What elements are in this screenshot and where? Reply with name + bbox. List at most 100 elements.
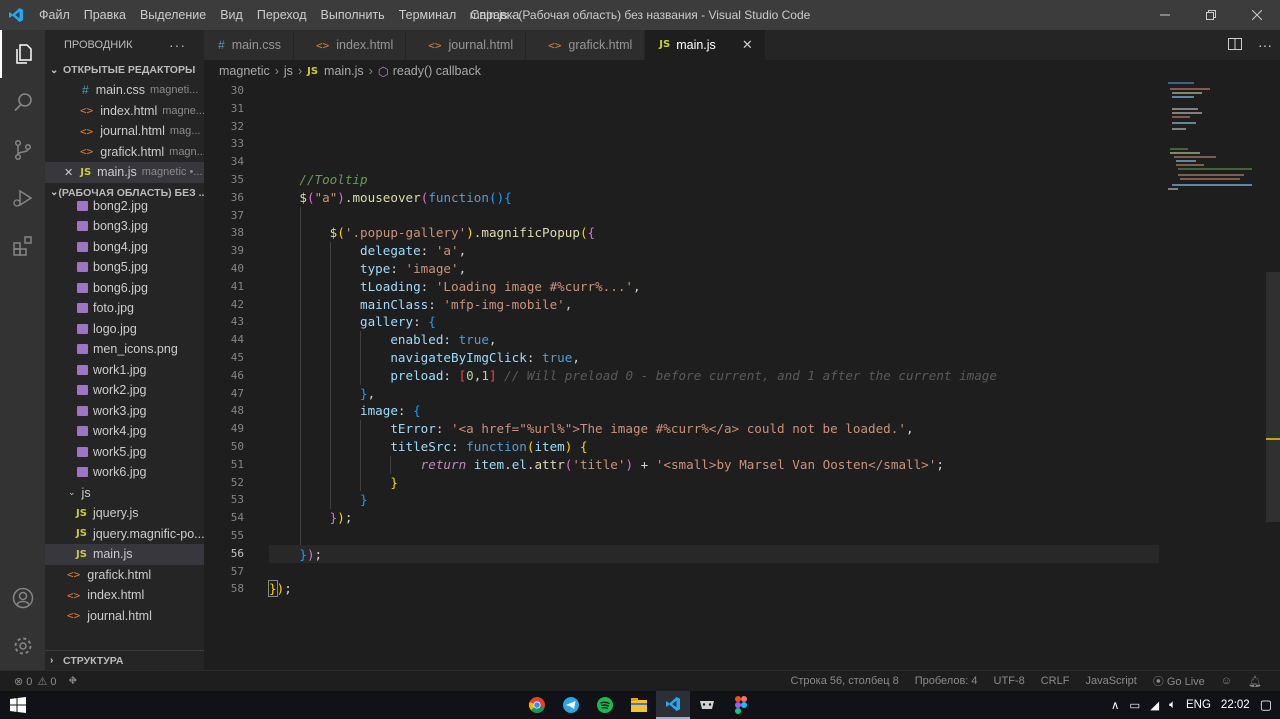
open-editor-item[interactable]: <> journal.html mag...	[45, 121, 204, 142]
clock[interactable]: 22:02	[1221, 699, 1250, 711]
problems-indicator[interactable]: ⊗ 0 ⚠ 0	[14, 675, 57, 688]
cursor-position[interactable]: Строка 56, столбец 8	[790, 675, 898, 687]
close-window-button[interactable]	[1234, 0, 1280, 30]
figma-icon[interactable]	[724, 691, 758, 719]
wifi-icon[interactable]: ◢	[1150, 698, 1159, 712]
js-file-icon: JS	[76, 507, 87, 519]
notifications-bell-icon[interactable]: 🔔︎	[1248, 675, 1262, 688]
file-item-active[interactable]: JS main.js	[45, 544, 204, 565]
line-number: 34	[230, 155, 244, 169]
open-editor-item[interactable]: <> grafick.html magn...	[45, 142, 204, 163]
go-live-button[interactable]: ⦿ Go Live	[1153, 673, 1205, 689]
menu-terminal[interactable]: Терминал	[392, 0, 464, 30]
more-actions-icon[interactable]: ···	[1250, 37, 1280, 53]
file-item[interactable]: work6.jpg	[45, 462, 204, 483]
breadcrumb-folder[interactable]: js	[284, 64, 293, 78]
source-control-icon[interactable]	[0, 126, 45, 174]
file-item[interactable]: work2.jpg	[45, 380, 204, 401]
settings-gear-icon[interactable]	[0, 622, 45, 670]
telegram-icon[interactable]	[554, 691, 588, 719]
indentation[interactable]: Пробелов: 4	[915, 675, 978, 687]
breadcrumb-folder[interactable]: magnetic	[219, 64, 270, 78]
outline-header[interactable]: › СТРУКТУРА	[45, 650, 204, 670]
file-item[interactable]: bong4.jpg	[45, 237, 204, 258]
js-file-icon: JS	[76, 528, 87, 540]
file-item[interactable]: foto.jpg	[45, 298, 204, 319]
file-item[interactable]: logo.jpg	[45, 319, 204, 340]
battery-icon[interactable]: ▭	[1129, 698, 1140, 712]
live-share-icon[interactable]: ⛖	[69, 675, 78, 688]
close-icon[interactable]: ✕	[64, 166, 73, 179]
html-file-icon: <>	[80, 124, 94, 138]
tab-main-css[interactable]: # main.css	[204, 30, 295, 60]
minimize-button[interactable]	[1142, 0, 1188, 30]
windows-start-icon[interactable]	[0, 691, 36, 719]
file-item[interactable]: <> grafick.html	[45, 565, 204, 586]
explorer-icon[interactable]	[0, 30, 45, 78]
close-tab-icon[interactable]: ✕	[742, 37, 753, 53]
encoding[interactable]: UTF-8	[994, 675, 1025, 687]
menu-go[interactable]: Переход	[250, 0, 314, 30]
scrollbar-cursor-marker	[1266, 438, 1280, 440]
menu-file[interactable]: Файл	[32, 0, 77, 30]
file-item[interactable]: bong5.jpg	[45, 257, 204, 278]
menu-run[interactable]: Выполнить	[314, 0, 392, 30]
file-item[interactable]: bong2.jpg	[45, 196, 204, 217]
file-item[interactable]: men_icons.png	[45, 339, 204, 360]
tab-grafick-html[interactable]: <> grafick.html	[526, 30, 646, 60]
image-file-icon	[77, 323, 88, 334]
open-editor-item[interactable]: <> index.html magne...	[45, 101, 204, 122]
split-editor-icon[interactable]	[1220, 37, 1250, 54]
file-item[interactable]: <> index.html	[45, 585, 204, 606]
open-editor-item-active[interactable]: ✕ JS main.js magnetic •...	[45, 162, 204, 183]
spotify-icon[interactable]	[588, 691, 622, 719]
language-mode[interactable]: JavaScript	[1085, 675, 1136, 687]
language-indicator[interactable]: ENG	[1186, 699, 1211, 711]
minimap[interactable]	[1166, 82, 1266, 202]
file-item[interactable]: JS jquery.js	[45, 503, 204, 524]
code-editor[interactable]: 30 31 32 33 34 35 36 37 38 39 40 41 42 43 44 45 46 47 48 49…	[204, 82, 1280, 670]
file-explorer-icon[interactable]	[622, 691, 656, 719]
chrome-icon[interactable]	[520, 691, 554, 719]
breadcrumb-file[interactable]: main.js	[324, 64, 364, 78]
account-icon[interactable]	[0, 574, 45, 622]
menu-edit[interactable]: Правка	[77, 0, 133, 30]
folder-item-js[interactable]: ⌄ js	[45, 483, 204, 504]
file-item[interactable]: JS jquery.magnific-po...	[45, 524, 204, 545]
file-item[interactable]: <> journal.html	[45, 606, 204, 627]
tab-main-js[interactable]: JS main.js ✕	[645, 30, 766, 60]
gamepad-app-icon[interactable]	[690, 691, 724, 719]
line-ending[interactable]: CRLF	[1041, 675, 1070, 687]
line-number: 56	[230, 546, 244, 560]
open-editor-item[interactable]: # main.css magneti...	[45, 80, 204, 101]
feedback-icon[interactable]: ☺	[1221, 675, 1232, 687]
code-line: }	[269, 473, 1159, 492]
more-actions-icon[interactable]: ···	[169, 37, 186, 53]
file-item[interactable]: work1.jpg	[45, 360, 204, 381]
menu-view[interactable]: Вид	[213, 0, 250, 30]
extensions-icon[interactable]	[0, 222, 45, 270]
file-item[interactable]: bong6.jpg	[45, 278, 204, 299]
tray-chevron-up-icon[interactable]: ∧	[1111, 698, 1119, 712]
status-bar: ⊗ 0 ⚠ 0 ⛖ Строка 56, столбец 8 Пробелов:…	[0, 670, 1280, 691]
vscode-taskbar-icon[interactable]	[656, 691, 690, 719]
file-item[interactable]: work3.jpg	[45, 401, 204, 422]
tab-journal-html[interactable]: <> journal.html	[406, 30, 527, 60]
notification-center-icon[interactable]: ▢	[1260, 697, 1272, 713]
volume-icon[interactable]: 🔈︎	[1169, 699, 1176, 712]
file-item[interactable]: work5.jpg	[45, 442, 204, 463]
search-icon[interactable]	[0, 78, 45, 126]
run-debug-icon[interactable]	[0, 174, 45, 222]
code-content[interactable]: //Tooltip $("a").mouseover(function(){ $…	[268, 82, 1159, 598]
image-file-icon	[77, 262, 88, 273]
menu-selection[interactable]: Выделение	[133, 0, 213, 30]
breadcrumb-symbol[interactable]: ready() callback	[393, 64, 481, 78]
open-editors-header[interactable]: ⌄ ОТКРЫТЫЕ РЕДАКТОРЫ	[45, 60, 204, 80]
file-item[interactable]: work4.jpg	[45, 421, 204, 442]
tab-index-html[interactable]: <> index.html	[294, 30, 407, 60]
menu-help[interactable]: Справка	[463, 0, 526, 30]
file-item[interactable]: bong3.jpg	[45, 216, 204, 237]
maximize-button[interactable]	[1188, 0, 1234, 30]
vertical-scrollbar[interactable]	[1266, 272, 1280, 522]
